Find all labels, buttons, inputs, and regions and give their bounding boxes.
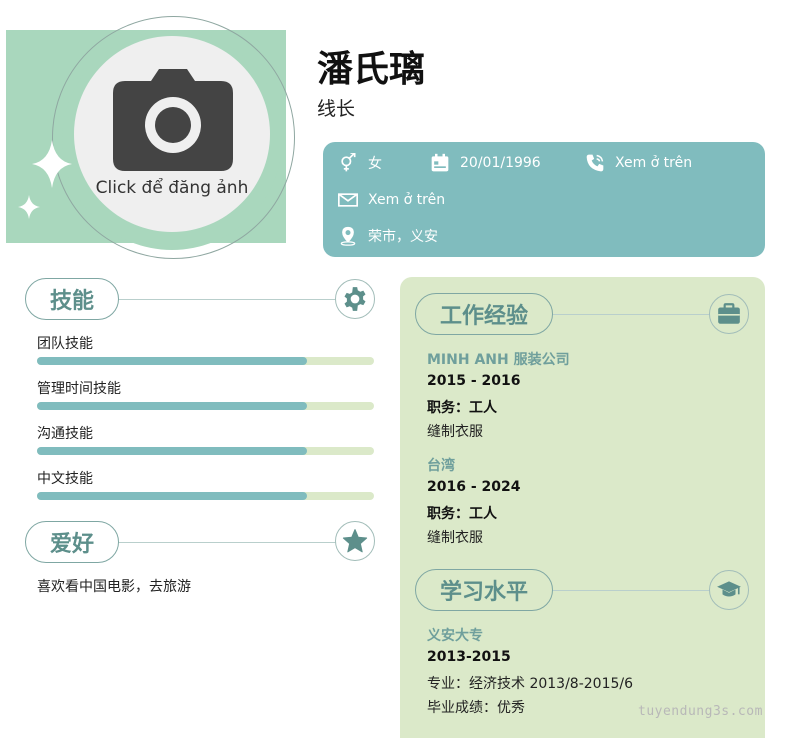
experience-heading: 工作经验: [415, 293, 553, 335]
skills-heading: 技能: [25, 278, 119, 320]
study-major: 专业：经济技术 2013/8-2015/6: [427, 676, 634, 692]
sparkle-icon: [32, 140, 72, 188]
email-item: Xem ở trên: [338, 190, 445, 210]
candidate-name: 潘氏璃: [317, 49, 426, 90]
study-period: 2013-2015: [427, 649, 511, 665]
work-role: 职务：工人: [427, 506, 497, 522]
skill-bar: [37, 492, 374, 500]
skill-bar: [37, 402, 374, 410]
skills-divider: [118, 299, 338, 300]
email-icon: [338, 193, 358, 207]
company-name: 台湾: [427, 458, 455, 474]
gear-icon: [344, 287, 366, 311]
hobbies-badge: [335, 521, 375, 561]
gender-value: 女: [368, 156, 382, 172]
work-period: 2016 - 2024: [427, 479, 521, 495]
phone-icon: [586, 154, 604, 172]
graduation-cap-icon: [717, 581, 741, 597]
skills-badge: [335, 279, 375, 319]
work-period: 2015 - 2016: [427, 373, 521, 389]
address-value: 荣市，义安: [368, 229, 438, 245]
skill-bar-fill: [37, 402, 307, 410]
phone-item: Xem ở trên: [585, 153, 692, 173]
star-icon: [342, 529, 368, 553]
camera-icon[interactable]: [113, 67, 233, 171]
birthday-item: 20/01/1996: [430, 153, 541, 173]
avatar-caption[interactable]: Click để đăng ảnh: [74, 178, 270, 198]
calendar-icon: [431, 153, 449, 172]
study-grade: 毕业成绩：优秀: [427, 700, 525, 716]
birthday-value: 20/01/1996: [460, 155, 541, 171]
skill-bar-fill: [37, 357, 307, 365]
gender-item: 女: [338, 153, 382, 173]
work-description: 缝制衣服: [427, 424, 483, 440]
skill-bar-fill: [37, 447, 307, 455]
education-divider: [552, 590, 712, 591]
work-description: 缝制衣服: [427, 530, 483, 546]
experience-badge: [709, 294, 749, 334]
sparkle-small-icon: [18, 195, 40, 219]
candidate-position: 线长: [317, 98, 356, 120]
hobbies-divider: [118, 542, 338, 543]
company-name: MINH ANH 服装公司: [427, 352, 570, 368]
education-heading: 学习水平: [415, 569, 553, 611]
skill-bar: [37, 357, 374, 365]
skill-label: 管理时间技能: [37, 381, 121, 397]
email-value: Xem ở trên: [368, 192, 446, 208]
skill-bar: [37, 447, 374, 455]
skill-bar-fill: [37, 492, 307, 500]
phone-value: Xem ở trên: [615, 155, 693, 171]
hobbies-heading: 爱好: [25, 521, 119, 563]
gender-icon: [341, 153, 356, 172]
briefcase-icon: [718, 303, 740, 324]
skill-label: 沟通技能: [37, 426, 93, 442]
address-item: 荣市，义安: [338, 226, 438, 246]
skill-label: 团队技能: [37, 336, 93, 352]
experience-divider: [552, 314, 712, 315]
location-pin-icon: [340, 226, 356, 246]
work-role: 职务：工人: [427, 400, 497, 416]
skill-label: 中文技能: [37, 471, 93, 487]
watermark: tuyendung3s.com: [638, 704, 763, 719]
education-badge: [709, 570, 749, 610]
school-name: 义安大专: [427, 628, 483, 644]
hobby-text: 喜欢看中国电影，去旅游: [37, 579, 191, 595]
